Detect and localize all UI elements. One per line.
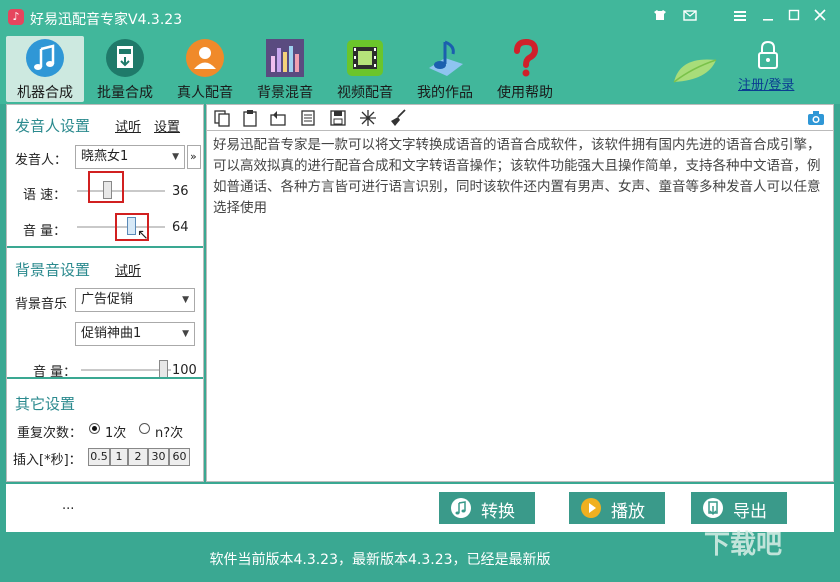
bg-music-label: 背景音乐 <box>15 297 68 312</box>
note-icon <box>425 38 465 78</box>
mp3-file-icon <box>105 38 145 78</box>
export-button[interactable]: 导出 <box>691 492 787 524</box>
music-note-icon <box>451 498 471 518</box>
repeat-n-label: n?次 <box>155 426 184 441</box>
bg-category-select[interactable]: 广告促销 ▼ <box>75 288 195 312</box>
bg-track-value: 促销神曲1 <box>81 326 142 341</box>
repeat-label: 重复次数： <box>17 426 83 441</box>
editor-toolbar <box>206 104 834 130</box>
sparkle-icon[interactable] <box>359 109 377 127</box>
broom-icon[interactable] <box>389 109 407 127</box>
settings-panel: 发音人设置 试听 设置 发音人： 晓燕女1 ▼ » 语 速： 36 音 量： ↖… <box>6 104 204 482</box>
bg-volume-value: 100 <box>172 363 197 378</box>
leaf-decoration-icon <box>672 54 722 84</box>
export-label: 导出 <box>733 502 767 522</box>
bg-volume-slider-track[interactable] <box>81 369 171 371</box>
equalizer-icon <box>265 38 305 78</box>
main-toolbar: 机器合成 批量合成 真人配音 背景混音 视频配音 我的作品 使用帮助 注册/登录 <box>0 36 840 104</box>
play-label: 播放 <box>611 502 645 522</box>
toolbar-machine-synthesis[interactable]: 机器合成 <box>6 36 84 102</box>
editor-text[interactable]: 好易迅配音专家是一款可以将文字转换成语音的语音合成软件，该软件拥有国内先进的语音… <box>213 135 827 219</box>
toolbar-label: 机器合成 <box>17 85 73 101</box>
copy-icon[interactable] <box>213 109 231 127</box>
play-icon <box>581 498 601 518</box>
chevron-down-icon: ▼ <box>182 329 189 339</box>
insert-30-button[interactable]: 30 <box>148 448 169 466</box>
insert-2-button[interactable]: 2 <box>128 448 148 466</box>
title-bar: ♪ 好易迅配音专家V4.3.23 <box>0 0 840 36</box>
bg-listen-link[interactable]: 试听 <box>115 260 141 279</box>
speaker-select[interactable]: 晓燕女1 ▼ <box>75 145 185 169</box>
app-logo-icon: ♪ <box>8 9 24 25</box>
film-icon <box>345 38 385 78</box>
minimize-icon[interactable] <box>758 8 778 26</box>
insert-label: 插入[*秒]： <box>13 453 82 468</box>
insert-60-button[interactable]: 60 <box>169 448 190 466</box>
toolbar-label: 使用帮助 <box>497 85 553 101</box>
insert-0.5-button[interactable]: 0.5 <box>88 448 110 466</box>
music-note-icon <box>25 38 65 78</box>
speed-value: 36 <box>172 184 189 199</box>
speed-label: 语 速： <box>23 188 67 203</box>
toolbar-help[interactable]: 使用帮助 <box>486 36 564 102</box>
volume-value: 64 <box>172 220 189 235</box>
toolbar-label: 视频配音 <box>337 85 393 101</box>
watermark-logo: 下载吧 <box>704 530 783 560</box>
toolbar-bg-mix[interactable]: 背景混音 <box>246 36 324 102</box>
speed-highlight-box <box>88 171 124 203</box>
convert-label: 转换 <box>481 502 515 522</box>
toolbar-human-voice[interactable]: 真人配音 <box>166 36 244 102</box>
repeat-once-radio[interactable] <box>89 423 100 434</box>
volume-label: 音 量： <box>23 224 67 239</box>
other-settings-title: 其它设置 <box>15 395 76 413</box>
bg-volume-slider-thumb[interactable] <box>159 360 168 378</box>
toolbar-video-dub[interactable]: 视频配音 <box>326 36 404 102</box>
undo-icon[interactable] <box>269 109 287 127</box>
chevron-down-icon: ▼ <box>182 295 189 305</box>
repeat-n-radio[interactable] <box>139 423 150 434</box>
speaker-more-button[interactable]: » <box>187 145 201 169</box>
chevron-down-icon: ▼ <box>172 152 179 162</box>
convert-button[interactable]: 转换 <box>439 492 535 524</box>
save-icon[interactable] <box>329 109 347 127</box>
paste-icon[interactable] <box>241 109 259 127</box>
insert-1-button[interactable]: 1 <box>110 448 128 466</box>
mail-icon[interactable] <box>680 8 700 26</box>
app-title: 好易迅配音专家V4.3.23 <box>30 12 183 28</box>
voice-listen-link[interactable]: 试听 <box>115 116 141 135</box>
toolbar-label: 真人配音 <box>177 85 233 101</box>
camera-icon[interactable] <box>807 109 825 127</box>
register-login-link[interactable]: 注册/登录 <box>738 74 794 93</box>
person-icon <box>185 38 225 78</box>
toolbar-batch-synthesis[interactable]: 批量合成 <box>86 36 164 102</box>
menu-icon[interactable] <box>730 8 750 26</box>
bg-category-value: 广告促销 <box>81 292 134 307</box>
text-editor[interactable]: 好易迅配音专家是一款可以将文字转换成语音的语音合成软件，该软件拥有国内先进的语音… <box>206 130 834 482</box>
toolbar-label: 我的作品 <box>417 85 473 101</box>
repeat-once-label: 1次 <box>105 426 127 441</box>
bg-settings-title: 背景音设置 <box>15 261 91 279</box>
ellipsis-text: ... <box>62 498 75 513</box>
section-divider <box>7 377 203 379</box>
version-status: 软件当前版本4.3.23，最新版本4.3.23，已经是最新版 <box>209 552 551 568</box>
maximize-icon[interactable] <box>784 8 804 26</box>
lock-icon[interactable] <box>756 40 780 70</box>
section-divider <box>7 246 203 248</box>
question-icon <box>505 38 545 78</box>
speaker-value: 晓燕女1 <box>81 149 129 164</box>
toolbar-label: 批量合成 <box>97 85 153 101</box>
voice-settings-link[interactable]: 设置 <box>154 116 180 135</box>
toolbar-label: 背景混音 <box>257 85 313 101</box>
close-icon[interactable] <box>810 8 830 26</box>
cursor-pointer-icon: ↖ <box>137 227 149 243</box>
export-icon <box>703 498 723 518</box>
shirt-icon[interactable] <box>650 8 670 26</box>
play-button[interactable]: 播放 <box>569 492 665 524</box>
bg-track-select[interactable]: 促销神曲1 ▼ <box>75 322 195 346</box>
toolbar-my-works[interactable]: 我的作品 <box>406 36 484 102</box>
speaker-label: 发音人： <box>15 153 68 168</box>
document-icon[interactable] <box>299 109 317 127</box>
voice-settings-title: 发音人设置 <box>15 117 91 135</box>
